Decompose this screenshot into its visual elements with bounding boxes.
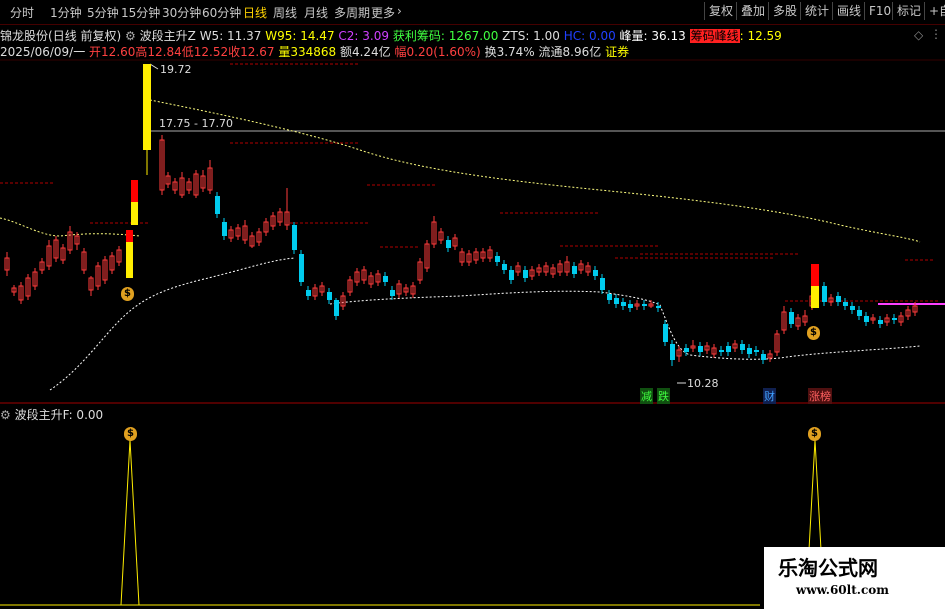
sub-indicator-lines <box>0 439 825 606</box>
candle-body <box>523 270 528 278</box>
candle-body <box>822 286 827 302</box>
candle-body <box>719 350 724 352</box>
candle-body <box>656 306 661 308</box>
signal-spike <box>120 439 140 606</box>
candle-body <box>495 256 500 262</box>
candle-body <box>383 276 388 282</box>
money-bag-icon[interactable]: $ <box>124 427 137 441</box>
watermark: 乐淘公式网 www.60lt.com <box>764 547 945 609</box>
candle-body <box>663 324 668 342</box>
candle-body <box>789 312 794 324</box>
tag-rise-list[interactable]: 涨榜 <box>808 388 832 404</box>
low-price-label: 10.28 <box>687 377 719 390</box>
range-label: 17.75 - 17.70 <box>159 117 233 130</box>
signal-candle <box>131 180 138 202</box>
sub-indicator-name[interactable]: 波段主升F <box>15 408 69 422</box>
watermark-url: www.60lt.com <box>796 583 889 597</box>
candle-body <box>215 196 220 214</box>
candle-body <box>850 306 855 310</box>
candle-body <box>292 225 297 250</box>
ma-line <box>49 257 296 391</box>
tag-finance[interactable]: 财 <box>763 388 776 404</box>
candle-body <box>670 344 675 360</box>
candle-body <box>892 318 897 320</box>
tag-reduce[interactable]: 减 <box>640 388 653 404</box>
candle-body <box>614 298 619 304</box>
candle-body <box>642 304 647 306</box>
candle-body <box>593 270 598 276</box>
candle-body <box>726 346 731 352</box>
candle-body <box>857 310 862 316</box>
signal-candle <box>143 64 151 150</box>
candle-body <box>334 300 339 316</box>
candle-body <box>761 354 766 360</box>
money-bag-icon[interactable]: $ <box>121 287 134 301</box>
candle-body <box>740 344 745 350</box>
candle-body <box>222 222 227 236</box>
candle-body <box>747 348 752 354</box>
candle-body <box>843 302 848 306</box>
candle-body <box>502 264 507 270</box>
candle-body <box>864 316 869 322</box>
resistance-dashes <box>0 63 945 305</box>
signal-candle <box>811 264 819 286</box>
money-bag-icon[interactable]: $ <box>808 427 821 441</box>
candle-body <box>836 296 841 302</box>
candle-body <box>698 346 703 352</box>
candle-body <box>628 304 633 308</box>
candle-body <box>306 290 311 296</box>
watermark-title: 乐淘公式网 <box>778 556 878 580</box>
high-price-label: 19.72 <box>160 63 192 76</box>
candle-body <box>621 302 626 306</box>
candle-body <box>390 290 395 296</box>
candle-body <box>327 292 332 300</box>
candle-body <box>446 240 451 248</box>
candle-body <box>600 278 605 290</box>
tag-fall[interactable]: 跌 <box>657 388 670 404</box>
money-bag-icon[interactable]: $ <box>807 326 820 340</box>
signal-candle <box>126 230 133 242</box>
candle-body <box>878 320 883 324</box>
candles <box>4 64 918 366</box>
candle-body <box>684 348 689 352</box>
sub-indicator-value: : 0.00 <box>68 408 104 422</box>
candle-body <box>509 270 514 280</box>
high-pointer <box>149 63 159 70</box>
candle-body <box>607 294 612 300</box>
candle-body <box>572 266 577 274</box>
candle-body <box>299 254 304 282</box>
sub-panel-title: ⚙ 波段主升F: 0.00 <box>0 406 103 423</box>
moving-averages <box>0 99 921 391</box>
kline-chart[interactable] <box>0 0 945 609</box>
candle-body <box>754 350 759 352</box>
sub-settings-icon[interactable]: ⚙ <box>0 408 11 422</box>
